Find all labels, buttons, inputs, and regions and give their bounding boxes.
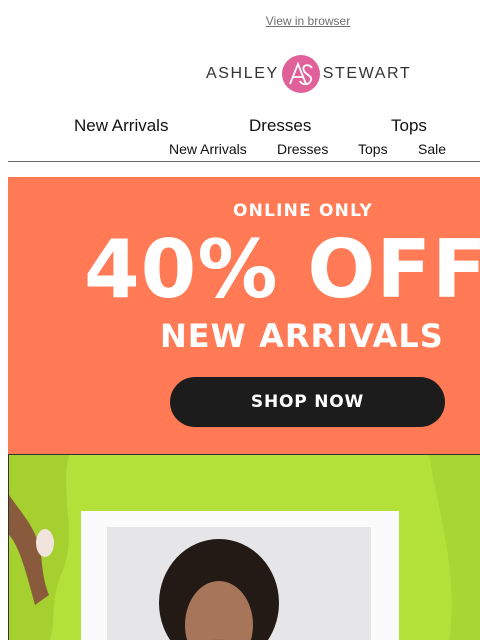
shop-now-button[interactable]: SHOP NOW (170, 377, 445, 427)
subnav-tops[interactable]: Tops (358, 141, 388, 157)
primary-nav: New Arrivals Dresses Tops (0, 116, 480, 136)
nav-dresses[interactable]: Dresses (249, 116, 311, 136)
promo-subhead: NEW ARRIVALS (160, 317, 444, 355)
promo-headline: 40% OFF (84, 223, 480, 316)
logo-word-right: STEWART (322, 65, 412, 82)
subnav-sale[interactable]: Sale (418, 141, 446, 157)
monogram-logo-icon (281, 55, 320, 93)
view-in-browser-link[interactable]: View in browser (0, 14, 480, 28)
subnav-dresses[interactable]: Dresses (277, 141, 328, 157)
model-image (107, 527, 371, 640)
email-page: View in browser ASHLEY STEWART New Arriv… (0, 0, 480, 640)
brand-logo[interactable]: ASHLEY STEWART (206, 52, 416, 96)
subnav-new-arrivals[interactable]: New Arrivals (169, 141, 247, 157)
model-photo (107, 527, 371, 640)
nav-new-arrivals[interactable]: New Arrivals (74, 116, 168, 136)
secondary-nav: New Arrivals Dresses Tops Sale (0, 141, 480, 157)
hero-photo[interactable] (8, 454, 480, 640)
promo-eyebrow: ONLINE ONLY (233, 201, 373, 221)
logo-word-left: ASHLEY (206, 65, 279, 82)
nav-tops[interactable]: Tops (391, 116, 427, 136)
nav-divider (8, 161, 480, 162)
promo-banner[interactable]: ONLINE ONLY 40% OFF NEW ARRIVALS SHOP NO… (8, 177, 480, 454)
